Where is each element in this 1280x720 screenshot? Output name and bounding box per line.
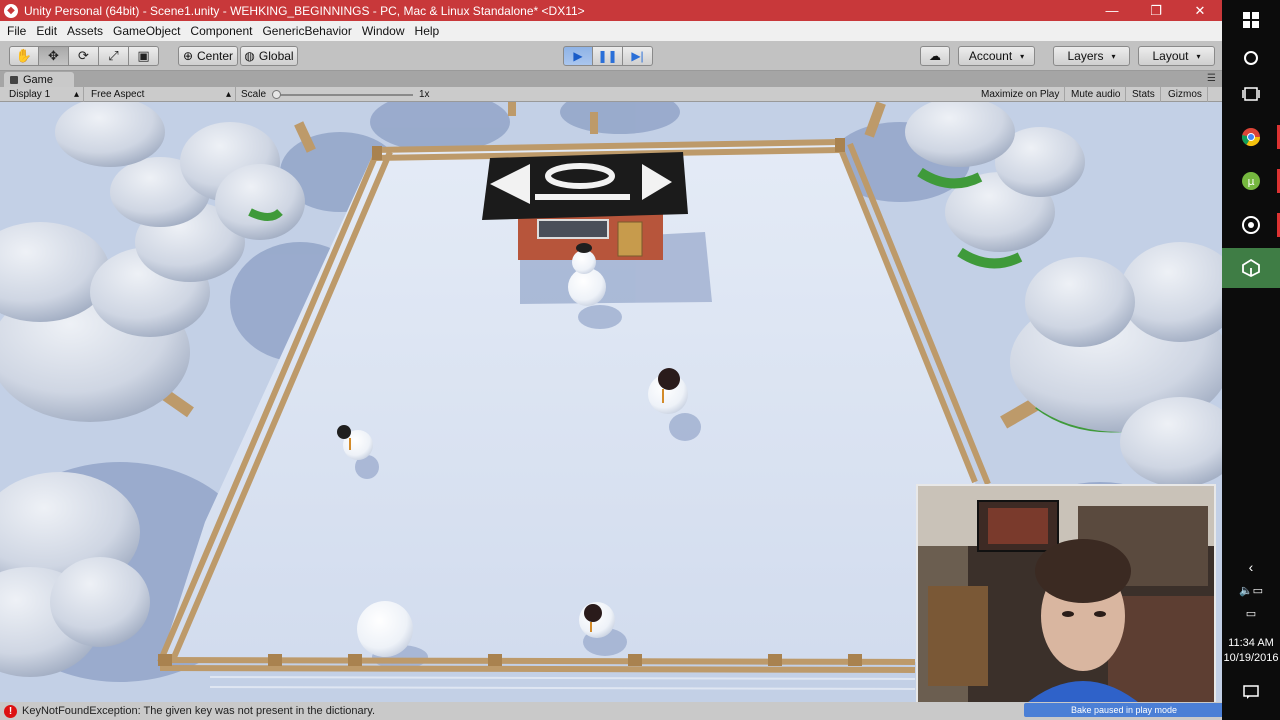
menu-window[interactable]: Window bbox=[357, 24, 410, 38]
chevron-down-icon: ▾ bbox=[1111, 51, 1116, 61]
gizmos-dropdown[interactable]: Gizmos bbox=[1163, 87, 1208, 102]
transform-tools: ✋ ✥ ⟳ ⤢ ▣ bbox=[9, 46, 159, 66]
pause-button[interactable]: ❚❚ bbox=[593, 46, 623, 66]
play-controls: ▶ ❚❚ ▶| bbox=[563, 46, 653, 66]
aspect-dropdown[interactable]: Free Aspect ▴ bbox=[86, 87, 236, 102]
chevron-down-icon: ▴ bbox=[225, 89, 231, 100]
display-dropdown[interactable]: Display 1 ▴ bbox=[4, 87, 84, 102]
game-view-toolbar: Display 1 ▴ Free Aspect ▴ Scale 1x Maximiz… bbox=[0, 87, 1222, 102]
close-button[interactable]: ✕ bbox=[1178, 0, 1222, 21]
window-title: Unity Personal (64bit) - Scene1.unity - … bbox=[24, 3, 585, 18]
task-view-icon[interactable] bbox=[1222, 74, 1280, 114]
unity-taskbar-icon[interactable] bbox=[1222, 248, 1280, 288]
clock-date: 10/19/2016 bbox=[1223, 652, 1279, 664]
chrome-icon[interactable] bbox=[1222, 117, 1280, 157]
windows-taskbar: µ ‹ 🔈▭ ▭ 11:34 AM 10/19/2016 bbox=[1222, 0, 1280, 720]
menu-help[interactable]: Help bbox=[410, 24, 445, 38]
clock-time: 11:34 AM bbox=[1228, 637, 1274, 649]
error-icon: ! bbox=[4, 704, 17, 718]
menu-assets[interactable]: Assets bbox=[62, 24, 108, 38]
rotate-tool-icon[interactable]: ⟳ bbox=[69, 46, 99, 66]
restore-button[interactable]: ❐ bbox=[1134, 0, 1178, 21]
play-button[interactable]: ▶ bbox=[563, 46, 593, 66]
search-icon[interactable] bbox=[1222, 38, 1280, 78]
webcam-overlay bbox=[916, 484, 1216, 708]
cloud-button[interactable]: ☁ bbox=[920, 46, 950, 66]
pivot-center-button[interactable]: ⊕ Center bbox=[178, 46, 238, 66]
error-message[interactable]: KeyNotFoundException: The given key was … bbox=[22, 705, 375, 717]
chevron-down-icon: ▾ bbox=[1020, 51, 1025, 61]
globe-icon: ◍ bbox=[244, 49, 255, 63]
mute-audio-toggle[interactable]: Mute audio bbox=[1066, 87, 1127, 102]
svg-text:µ: µ bbox=[1248, 175, 1255, 188]
layout-dropdown[interactable]: Layout ▾ bbox=[1138, 46, 1215, 66]
account-dropdown[interactable]: Account ▾ bbox=[958, 46, 1035, 66]
menu-file[interactable]: File bbox=[2, 24, 31, 38]
menu-genericbehavior[interactable]: GenericBehavior bbox=[257, 24, 356, 38]
obs-icon[interactable] bbox=[1222, 205, 1280, 245]
scale-label: Scale bbox=[241, 89, 267, 100]
chevron-down-icon: ▴ bbox=[73, 89, 79, 100]
scale-tool-icon[interactable]: ⤢ bbox=[99, 46, 129, 66]
tab-menu-icon[interactable]: ☰ bbox=[1207, 73, 1216, 84]
maximize-on-play-toggle[interactable]: Maximize on Play bbox=[976, 87, 1066, 102]
snowball-bottom bbox=[357, 601, 413, 657]
status-bar: ! KeyNotFoundException: The given key wa… bbox=[0, 702, 1224, 720]
system-clock[interactable]: 11:34 AM 10/19/2016 bbox=[1222, 636, 1280, 666]
tab-game[interactable]: Game bbox=[4, 72, 74, 87]
menu-component[interactable]: Component bbox=[185, 24, 257, 38]
minimize-button[interactable]: — bbox=[1090, 0, 1134, 21]
tab-bar: Game ☰ bbox=[0, 71, 1222, 87]
snowman-bottom bbox=[579, 602, 615, 638]
chevron-down-icon: ▾ bbox=[1196, 51, 1201, 61]
space-global-button[interactable]: ◍ Global bbox=[240, 46, 298, 66]
rect-tool-icon[interactable]: ▣ bbox=[129, 46, 159, 66]
window-controls: — ❐ ✕ bbox=[1090, 0, 1222, 21]
hand-tool-icon[interactable]: ✋ bbox=[9, 46, 39, 66]
battery-icon[interactable]: ▭ bbox=[1222, 598, 1280, 628]
menu-bar: File Edit Assets GameObject Component Ge… bbox=[0, 21, 1222, 41]
menu-gameobject[interactable]: GameObject bbox=[108, 24, 185, 38]
scale-value: 1x bbox=[419, 89, 430, 100]
utorrent-icon[interactable]: µ bbox=[1222, 161, 1280, 201]
scale-slider-track[interactable] bbox=[276, 94, 413, 96]
webcam-feed bbox=[918, 486, 1214, 706]
scale-slider-handle[interactable] bbox=[272, 90, 281, 99]
game-view-icon bbox=[10, 75, 18, 84]
title-bar: ◆ Unity Personal (64bit) - Scene1.unity … bbox=[0, 0, 1222, 21]
step-button[interactable]: ▶| bbox=[623, 46, 653, 66]
notification-icon[interactable] bbox=[1222, 672, 1280, 712]
move-tool-icon[interactable]: ✥ bbox=[39, 46, 69, 66]
unity-logo-icon: ◆ bbox=[4, 3, 18, 18]
bake-status: Bake paused in play mode bbox=[1024, 703, 1224, 717]
pivot-icon: ⊕ bbox=[182, 49, 194, 63]
layers-dropdown[interactable]: Layers ▾ bbox=[1053, 46, 1130, 66]
main-toolbar: ✋ ✥ ⟳ ⤢ ▣ ⊕ Center ◍ Global ▶ ❚❚ ▶| ☁ Acco… bbox=[0, 41, 1222, 71]
windows-start-icon[interactable] bbox=[1222, 0, 1280, 40]
menu-edit[interactable]: Edit bbox=[31, 24, 62, 38]
stats-toggle[interactable]: Stats bbox=[1127, 87, 1161, 102]
